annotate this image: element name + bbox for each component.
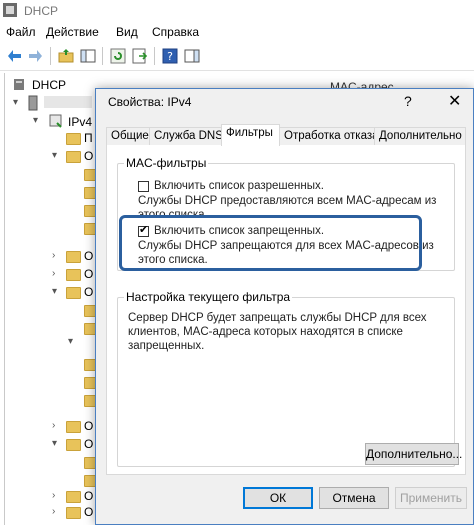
folder-icon (66, 251, 81, 263)
chevron-down-icon[interactable]: ▾ (68, 336, 73, 347)
help-icon[interactable]: ? (162, 48, 178, 64)
apply-button[interactable]: Применить (395, 487, 467, 509)
folder-icon (66, 421, 81, 433)
show-hide-tree-icon[interactable] (80, 48, 96, 64)
menu-file[interactable]: Файл (6, 25, 36, 39)
redacted-server-name (44, 96, 92, 108)
allow-list-description: Службы DHCP предоставляются всем MAC-адр… (138, 195, 437, 207)
chevron-right-icon[interactable]: › (52, 250, 55, 261)
tree-item[interactable]: О (84, 149, 93, 163)
tree-item[interactable]: О (84, 419, 93, 433)
tree-pane-border (4, 73, 5, 525)
allow-list-checkbox[interactable] (138, 181, 149, 192)
chevron-down-icon[interactable]: ▾ (13, 97, 18, 108)
back-arrow-icon[interactable] (7, 48, 23, 64)
menu-view[interactable]: Вид (116, 25, 138, 39)
folder-icon (66, 151, 81, 163)
tree-item[interactable]: О (84, 267, 93, 281)
chevron-right-icon[interactable]: › (52, 268, 55, 279)
current-filter-text: Сервер DHCP будет запрещать службы DHCP … (128, 312, 427, 324)
chevron-right-icon[interactable]: › (52, 490, 55, 501)
tree-ipv4[interactable]: IPv4 (68, 115, 92, 129)
menu-bar: Файл Действие Вид Справка (0, 22, 474, 42)
dialog-title: Свойства: IPv4 (108, 95, 192, 109)
main-title-bar: DHCP (0, 0, 474, 22)
tab-failover[interactable]: Отработка отказа (279, 127, 379, 145)
chevron-down-icon[interactable]: ▾ (52, 286, 57, 297)
chevron-down-icon[interactable]: ▾ (52, 150, 57, 161)
mac-filters-legend: MAC-фильтры (124, 156, 209, 170)
help-button[interactable]: ? (404, 93, 412, 109)
action-pane-icon[interactable] (184, 48, 200, 64)
tab-dns[interactable]: Служба DNS (149, 127, 223, 145)
forward-arrow-icon[interactable] (27, 48, 43, 64)
menu-help[interactable]: Справка (152, 25, 199, 39)
tab-advanced[interactable]: Дополнительно (374, 127, 466, 145)
tree-root-dhcp[interactable]: DHCP (32, 78, 66, 92)
toolbar-separator (154, 47, 155, 65)
advanced-button[interactable]: Дополнительно... (365, 443, 462, 465)
tab-general[interactable]: Общие (106, 127, 150, 145)
ok-button[interactable]: ОК (243, 487, 313, 509)
folder-icon (66, 133, 81, 145)
current-filter-legend: Настройка текущего фильтра (124, 290, 293, 304)
highlight-frame (119, 215, 422, 271)
tree-item[interactable]: О (84, 489, 93, 503)
toolbar-separator (102, 47, 103, 65)
ipv4-node-icon (49, 114, 62, 128)
chevron-right-icon[interactable]: › (52, 506, 55, 517)
refresh-icon[interactable] (110, 48, 126, 64)
cancel-button[interactable]: Отмена (319, 487, 389, 509)
dhcp-root-icon (14, 79, 24, 90)
current-filter-text: клиентов, MAC-адреса которых находятся в… (128, 326, 403, 338)
menu-action[interactable]: Действие (46, 25, 99, 39)
folder-icon (66, 287, 81, 299)
tab-filters[interactable]: Фильтры (221, 124, 280, 146)
server-icon (28, 95, 38, 111)
up-folder-icon[interactable] (58, 48, 74, 64)
folder-icon (66, 507, 81, 519)
tree-item[interactable]: О (84, 285, 93, 299)
tree-item[interactable]: П (84, 131, 93, 145)
allow-list-label[interactable]: Включить список разрешенных. (154, 179, 324, 193)
tab-strip: Общие Служба DNS Фильтры Отработка отказ… (106, 124, 466, 146)
tree-item[interactable]: О (84, 249, 93, 263)
window-title: DHCP (24, 4, 59, 18)
folder-icon (66, 269, 81, 281)
filters-tab-panel: MAC-фильтры Включить список разрешенных.… (106, 145, 466, 475)
chevron-down-icon[interactable]: ▾ (52, 438, 57, 449)
close-icon[interactable]: ✕ (448, 91, 461, 111)
current-filter-group: Настройка текущего фильтра Сервер DHCP б… (117, 290, 462, 467)
toolbar-separator (50, 47, 51, 65)
tree-item[interactable]: О (84, 437, 93, 451)
svg-text:?: ? (167, 50, 173, 63)
current-filter-text: запрещенных. (128, 340, 205, 352)
chevron-down-icon[interactable]: ▾ (33, 115, 38, 126)
toolbar: ? (0, 42, 474, 71)
folder-icon (66, 439, 81, 451)
folder-icon (66, 491, 81, 503)
dhcp-app-icon (3, 3, 17, 17)
tree-item[interactable]: О (84, 505, 93, 519)
export-list-icon[interactable] (132, 48, 148, 64)
chevron-right-icon[interactable]: › (52, 420, 55, 431)
ipv4-properties-dialog: Свойства: IPv4 ? ✕ Общие Служба DNS Филь… (95, 88, 474, 525)
